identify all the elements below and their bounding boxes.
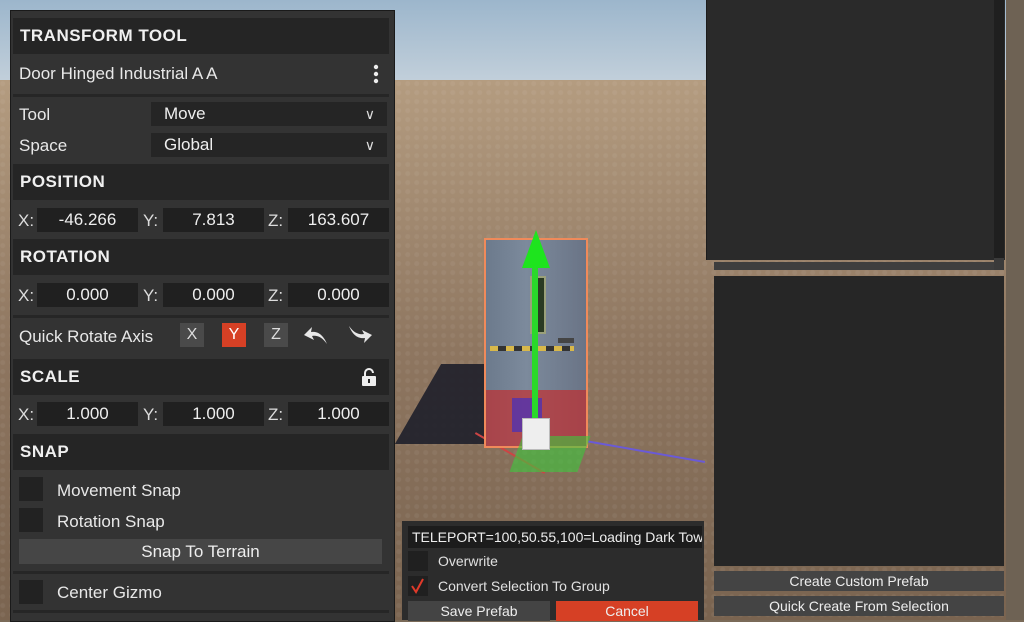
save-prefab-dialog: TELEPORT=100,50.55,100=Loading Dark Tow … bbox=[402, 521, 704, 621]
divider bbox=[13, 571, 389, 574]
scale-z-label: Z: bbox=[268, 405, 284, 424]
tool-dropdown-value: Move bbox=[164, 104, 206, 123]
rotation-header: ROTATION bbox=[13, 239, 389, 275]
quick-rotate-label: Quick Rotate Axis bbox=[19, 327, 154, 346]
rotation-z-field[interactable]: 0.000 bbox=[288, 283, 389, 307]
quick-rotate-x-button[interactable]: X bbox=[180, 323, 204, 347]
tool-label: Tool bbox=[19, 105, 51, 124]
position-y-label: Y: bbox=[143, 211, 159, 230]
rotation-z-label: Z: bbox=[268, 286, 284, 305]
rotate-right-icon[interactable] bbox=[345, 322, 373, 348]
scale-z-field[interactable]: 1.000 bbox=[288, 402, 389, 426]
scrollbar-thumb[interactable] bbox=[994, 0, 1004, 258]
divider bbox=[13, 315, 389, 318]
position-z-label: Z: bbox=[268, 211, 284, 230]
gizmo-y-axis-shaft[interactable] bbox=[532, 262, 538, 432]
gizmo-center-cube[interactable] bbox=[522, 418, 550, 450]
door-handle bbox=[558, 338, 574, 343]
gizmo-y-arrow-icon[interactable] bbox=[522, 230, 550, 268]
position-z-field[interactable]: 163.607 bbox=[288, 208, 389, 232]
prefab-list-panel[interactable] bbox=[706, 0, 1005, 260]
space-dropdown[interactable]: Global ∨ bbox=[151, 133, 387, 157]
horizontal-scrollbar[interactable] bbox=[714, 262, 994, 270]
position-y-field[interactable]: 7.813 bbox=[163, 208, 264, 232]
viewport-right-edge bbox=[1006, 0, 1024, 620]
scale-header: SCALE bbox=[13, 359, 389, 395]
center-gizmo-label: Center Gizmo bbox=[57, 583, 162, 602]
rotation-snap-checkbox[interactable] bbox=[19, 508, 43, 532]
quick-rotate-z-button[interactable]: Z bbox=[264, 323, 288, 347]
kebab-menu-icon[interactable] bbox=[372, 63, 380, 85]
transform-tool-panel: TRANSFORM TOOL Door Hinged Industrial A … bbox=[10, 10, 395, 622]
unlock-icon[interactable] bbox=[361, 367, 377, 387]
quick-create-from-selection-button[interactable]: Quick Create From Selection bbox=[714, 596, 1004, 616]
snap-header: SNAP bbox=[13, 434, 389, 470]
rotation-snap-label: Rotation Snap bbox=[57, 512, 165, 531]
chevron-down-icon: ∨ bbox=[364, 137, 375, 153]
convert-selection-label: Convert Selection To Group bbox=[438, 578, 610, 594]
position-x-label: X: bbox=[18, 211, 35, 230]
rotation-y-label: Y: bbox=[143, 286, 159, 305]
save-prefab-button[interactable]: Save Prefab bbox=[408, 601, 550, 621]
scale-x-field[interactable]: 1.000 bbox=[37, 402, 138, 426]
tool-dropdown[interactable]: Move ∨ bbox=[151, 102, 387, 126]
prefab-name-input[interactable]: TELEPORT=100,50.55,100=Loading Dark Tow bbox=[408, 526, 702, 548]
divider bbox=[13, 610, 389, 613]
position-x-field[interactable]: -46.266 bbox=[37, 208, 138, 232]
space-dropdown-value: Global bbox=[164, 135, 214, 154]
rotation-x-label: X: bbox=[18, 286, 35, 305]
convert-selection-checkbox[interactable] bbox=[408, 576, 428, 596]
rotation-y-field[interactable]: 0.000 bbox=[163, 283, 264, 307]
prefab-preview-area bbox=[714, 276, 1004, 566]
scale-x-label: X: bbox=[18, 405, 35, 424]
rotate-left-icon[interactable] bbox=[303, 322, 331, 348]
snap-to-terrain-button[interactable]: Snap To Terrain bbox=[19, 539, 382, 564]
space-label: Space bbox=[19, 136, 68, 155]
movement-snap-label: Movement Snap bbox=[57, 481, 181, 500]
scale-y-label: Y: bbox=[143, 405, 159, 424]
cancel-button[interactable]: Cancel bbox=[556, 601, 698, 621]
chevron-down-icon: ∨ bbox=[364, 106, 375, 122]
panel-title: TRANSFORM TOOL bbox=[13, 18, 389, 54]
scale-y-field[interactable]: 1.000 bbox=[163, 402, 264, 426]
position-header: POSITION bbox=[13, 164, 389, 200]
rotation-x-field[interactable]: 0.000 bbox=[37, 283, 138, 307]
object-name: Door Hinged Industrial A A bbox=[19, 64, 218, 83]
checkmark-icon bbox=[411, 578, 424, 594]
overwrite-label: Overwrite bbox=[438, 553, 498, 569]
center-gizmo-checkbox[interactable] bbox=[19, 580, 43, 604]
overwrite-checkbox[interactable] bbox=[408, 551, 428, 571]
create-custom-prefab-button[interactable]: Create Custom Prefab bbox=[714, 571, 1004, 591]
divider bbox=[13, 94, 389, 97]
prefab-list-scrollbar[interactable] bbox=[994, 0, 1004, 270]
quick-rotate-y-button[interactable]: Y bbox=[222, 323, 246, 347]
movement-snap-checkbox[interactable] bbox=[19, 477, 43, 501]
